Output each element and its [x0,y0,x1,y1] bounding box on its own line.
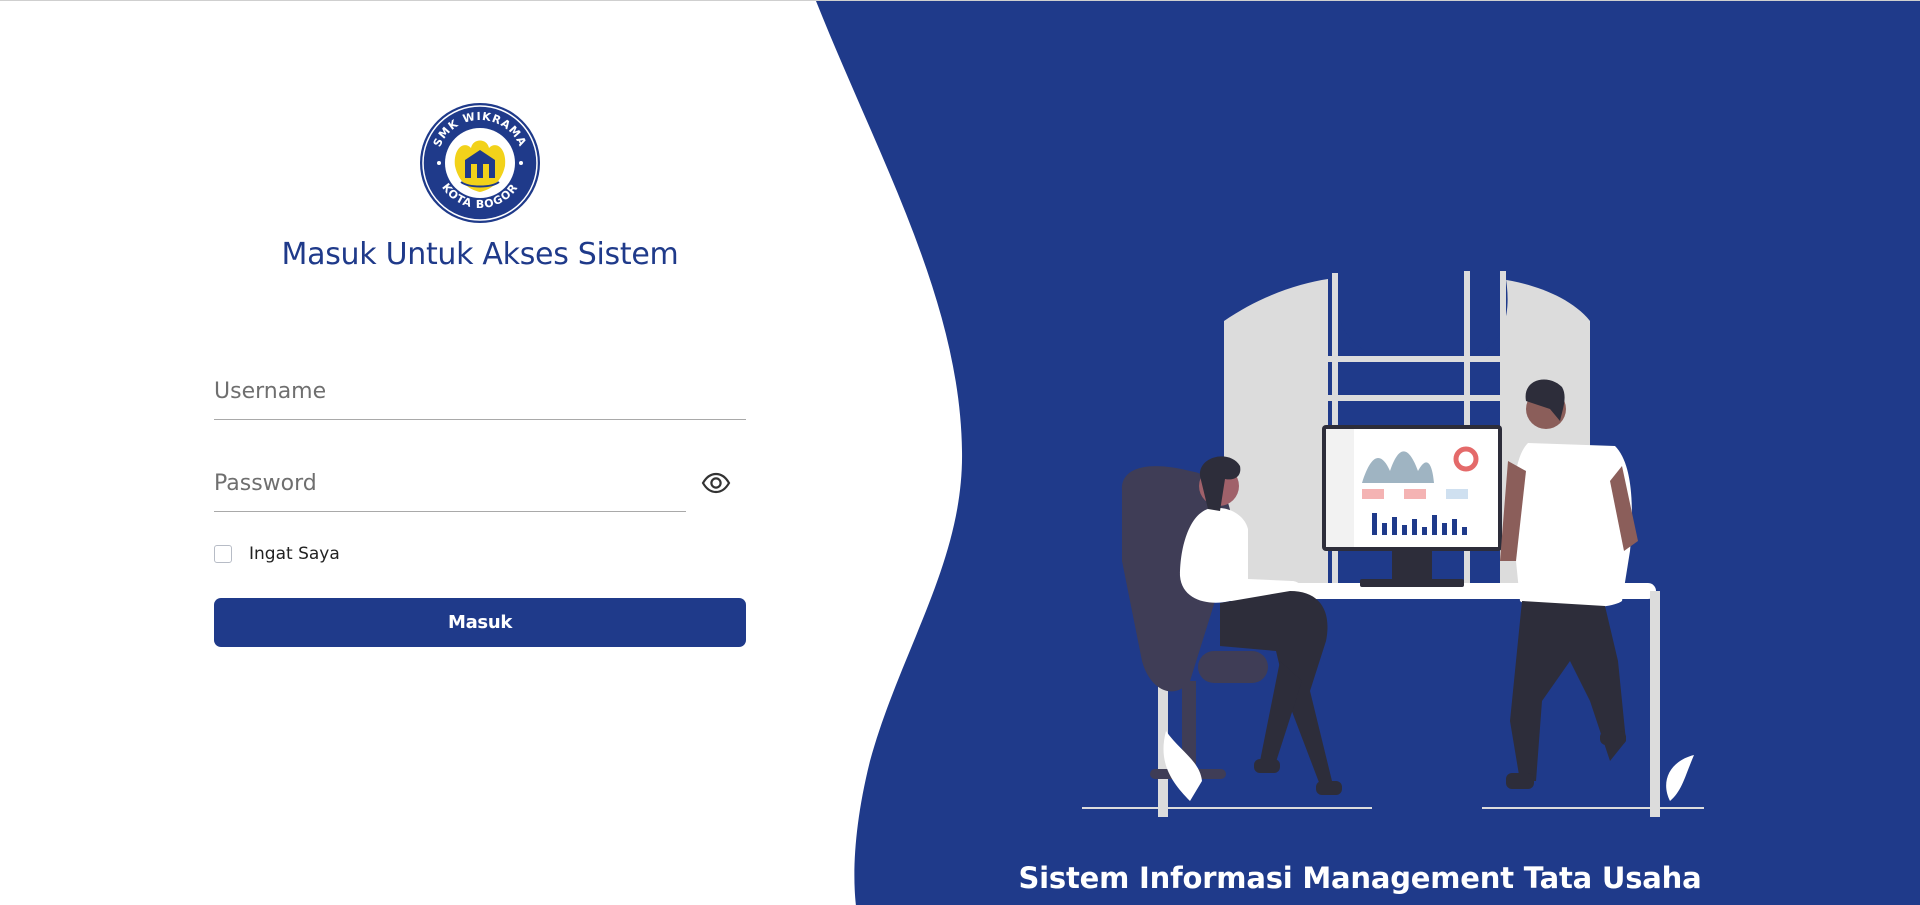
login-page: SMK WIKRAMA KOTA BOGOR Masuk Untuk Akses… [0,0,1920,905]
eye-icon[interactable] [700,467,732,499]
remember-me: Ingat Saya [214,544,340,564]
remember-checkbox[interactable] [214,545,232,563]
hero-tagline: Sistem Informasi Management Tata Usaha [1018,861,1702,895]
school-logo: SMK WIKRAMA KOTA BOGOR [420,103,540,223]
password-input[interactable] [214,465,686,501]
office-illustration [1082,271,1704,817]
password-field [214,465,686,512]
username-input[interactable] [214,373,746,409]
login-button[interactable]: Masuk [214,598,746,647]
login-title: Masuk Untuk Akses Sistem [281,237,679,272]
remember-label: Ingat Saya [249,544,340,564]
username-field [214,373,746,420]
